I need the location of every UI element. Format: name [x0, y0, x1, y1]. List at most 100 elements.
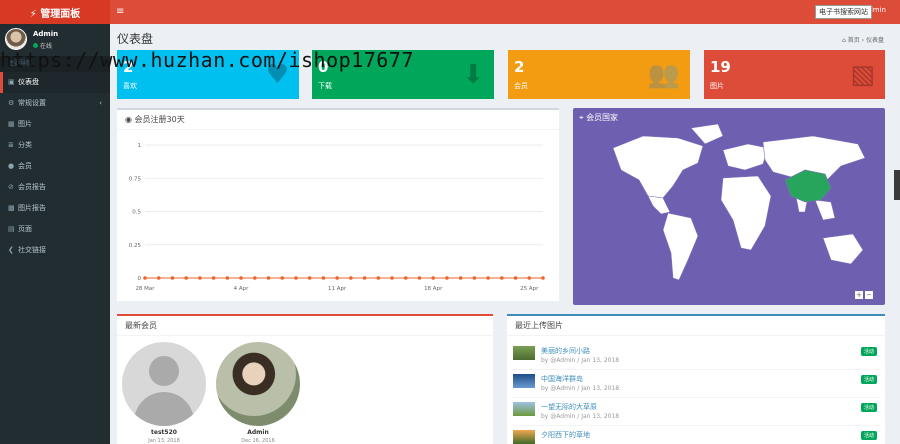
- sidebar-item[interactable]: ≣ 分类: [0, 135, 110, 156]
- upload-title[interactable]: 夕阳西下的草地: [541, 430, 590, 440]
- member-name: Admin: [247, 429, 269, 436]
- upload-list-item[interactable]: 一望无际的大草原 by @Admin / Jan 13, 2018 活动: [513, 398, 881, 426]
- map-zoom-out-button[interactable]: −: [865, 291, 873, 299]
- sidebar-item-icon: ▣: [8, 78, 15, 86]
- data-point[interactable]: [541, 276, 545, 280]
- data-point[interactable]: [266, 276, 271, 280]
- sidebar-item[interactable]: ▤ 页面: [0, 219, 110, 240]
- upload-title[interactable]: 中国海洋群岛: [541, 374, 583, 384]
- chart-panel-title: 会员注册30天: [134, 115, 185, 124]
- registration-line-chart: 0 0.25 0.5 0.75 1 28 Mar 4 Apr 11 Apr 18 Apr 25 A…: [129, 143, 545, 292]
- uploads-panel-title: 最近上传图片: [507, 316, 885, 336]
- sidebar-item-icon: ▦: [8, 120, 15, 128]
- user-name: Admin: [33, 30, 59, 38]
- data-point[interactable]: [403, 276, 408, 280]
- data-point[interactable]: [211, 276, 216, 280]
- data-point[interactable]: [335, 276, 339, 280]
- status-badge: 活动: [860, 347, 877, 356]
- members-panel-title: 最新会员: [117, 316, 493, 336]
- data-point[interactable]: [527, 276, 532, 280]
- upload-meta: by @Admin / Jan 13, 2018: [541, 357, 620, 364]
- world-map[interactable]: [573, 108, 885, 305]
- data-point[interactable]: [513, 276, 518, 280]
- page-scrollbar[interactable]: [894, 170, 900, 200]
- data-point[interactable]: [445, 276, 449, 280]
- sidebar-item[interactable]: ▦ 图片: [0, 114, 110, 135]
- map-australia: [822, 233, 864, 265]
- data-point[interactable]: [376, 276, 381, 280]
- data-point[interactable]: [417, 276, 422, 280]
- member-name: test520: [151, 429, 177, 436]
- data-point[interactable]: [280, 276, 285, 280]
- top-navbar: ≡ ⌂ 游览网站 Admin 电子书搜索网站: [110, 0, 900, 24]
- data-point[interactable]: [486, 276, 490, 280]
- sidebar-item[interactable]: ▣ 仪表盘: [0, 72, 110, 93]
- breadcrumb-home[interactable]: ⌂ 首页: [842, 37, 860, 44]
- sidebar-item[interactable]: ❮ 社交链接: [0, 240, 110, 261]
- map-north-america: [612, 135, 704, 199]
- data-point[interactable]: [170, 276, 175, 280]
- browser-tooltip: 电子书搜索网站: [815, 5, 872, 19]
- data-point[interactable]: [239, 276, 243, 280]
- chevron-left-icon: ‹: [99, 99, 102, 107]
- sidebar-item-icon: ●: [8, 162, 15, 170]
- data-point[interactable]: [349, 276, 353, 280]
- stat-box[interactable]: 2 会员 👥: [508, 50, 690, 99]
- data-point[interactable]: [362, 276, 367, 280]
- breadcrumb-current: 仪表盘: [865, 37, 884, 44]
- stat-icon: 👥: [647, 60, 680, 90]
- data-point[interactable]: [198, 276, 202, 280]
- sidebar-item[interactable]: ● 会员: [0, 156, 110, 177]
- avatar: [5, 28, 27, 50]
- sidebar-item-label: 图片报告: [18, 204, 46, 212]
- data-point[interactable]: [307, 276, 312, 280]
- data-point[interactable]: [431, 276, 436, 280]
- upload-list-item[interactable]: 中国海洋群岛 by @Admin / Jan 13, 2018 活动: [513, 370, 881, 398]
- sidebar-item[interactable]: ⚙ 常规设置 ‹: [0, 93, 110, 114]
- stat-label: 下载: [318, 82, 332, 90]
- map-zoom-in-button[interactable]: +: [855, 291, 863, 299]
- member-card[interactable]: test520 Jan 13, 2018: [122, 342, 206, 444]
- member-card[interactable]: Admin Dec 16, 2016: [216, 342, 300, 444]
- sidebar-item-icon: ▩: [8, 204, 15, 212]
- data-point[interactable]: [225, 276, 230, 280]
- upload-thumbnail: [513, 430, 535, 444]
- x-tick-label: 28 Mar: [135, 286, 155, 292]
- data-point[interactable]: [156, 276, 161, 280]
- upload-title[interactable]: 一望无际的大草原: [541, 402, 597, 412]
- upload-title[interactable]: 美丽的乡间小路: [541, 346, 590, 356]
- data-point[interactable]: [321, 276, 326, 280]
- recent-uploads-panel: 最近上传图片 美丽的乡间小路 by @Admin / Jan 13, 2018 …: [507, 314, 885, 444]
- upload-meta: by @Admin / Jan 13, 2018: [541, 413, 620, 420]
- watermark-url: https://www.huzhan.com/ishop17677: [0, 48, 414, 72]
- sidebar-item-label: 会员报告: [18, 183, 46, 191]
- sidebar-item[interactable]: ▩ 图片报告: [0, 198, 110, 219]
- data-point[interactable]: [390, 276, 394, 280]
- sidebar-toggle-icon[interactable]: ≡: [116, 6, 124, 17]
- stat-box[interactable]: 19 图片 ▧: [704, 50, 885, 99]
- data-point[interactable]: [458, 276, 463, 280]
- sidebar-item-label: 页面: [18, 225, 32, 233]
- status-badge: 活动: [860, 375, 877, 384]
- sidebar-item-label: 图片: [18, 120, 32, 128]
- sidebar-item-label: 社交链接: [18, 246, 46, 254]
- breadcrumb-separator: ›: [861, 37, 865, 44]
- sidebar-item-icon: ▤: [8, 225, 15, 233]
- data-point[interactable]: [500, 276, 504, 280]
- upload-list-item[interactable]: 夕阳西下的草地 活动: [513, 426, 881, 444]
- data-point[interactable]: [294, 276, 298, 280]
- stat-value: 2: [514, 58, 525, 76]
- data-point[interactable]: [184, 276, 188, 280]
- sidebar-item-icon: ⊘: [8, 183, 14, 191]
- data-point[interactable]: [143, 276, 147, 280]
- data-point[interactable]: [252, 276, 257, 280]
- nav-list: ▣ 仪表盘 ⚙ 常规设置 ‹ ▦ 图片 ≣ 分类 ● 会员 ⊘ 会员报告 ▩ 图片报告 ▤ 页面 ❮ 社交链接: [0, 72, 110, 261]
- x-tick-label: 4 Apr: [234, 286, 250, 292]
- x-tick-label: 18 Apr: [424, 286, 443, 292]
- data-point[interactable]: [472, 276, 477, 280]
- y-tick-label: 1: [138, 143, 142, 149]
- brand-logo[interactable]: ⚡ 管理面板: [0, 0, 110, 24]
- upload-list-item[interactable]: 美丽的乡间小路 by @Admin / Jan 13, 2018 活动: [513, 342, 881, 370]
- breadcrumb: ⌂ 首页 › 仪表盘: [842, 35, 884, 44]
- sidebar-item[interactable]: ⊘ 会员报告: [0, 177, 110, 198]
